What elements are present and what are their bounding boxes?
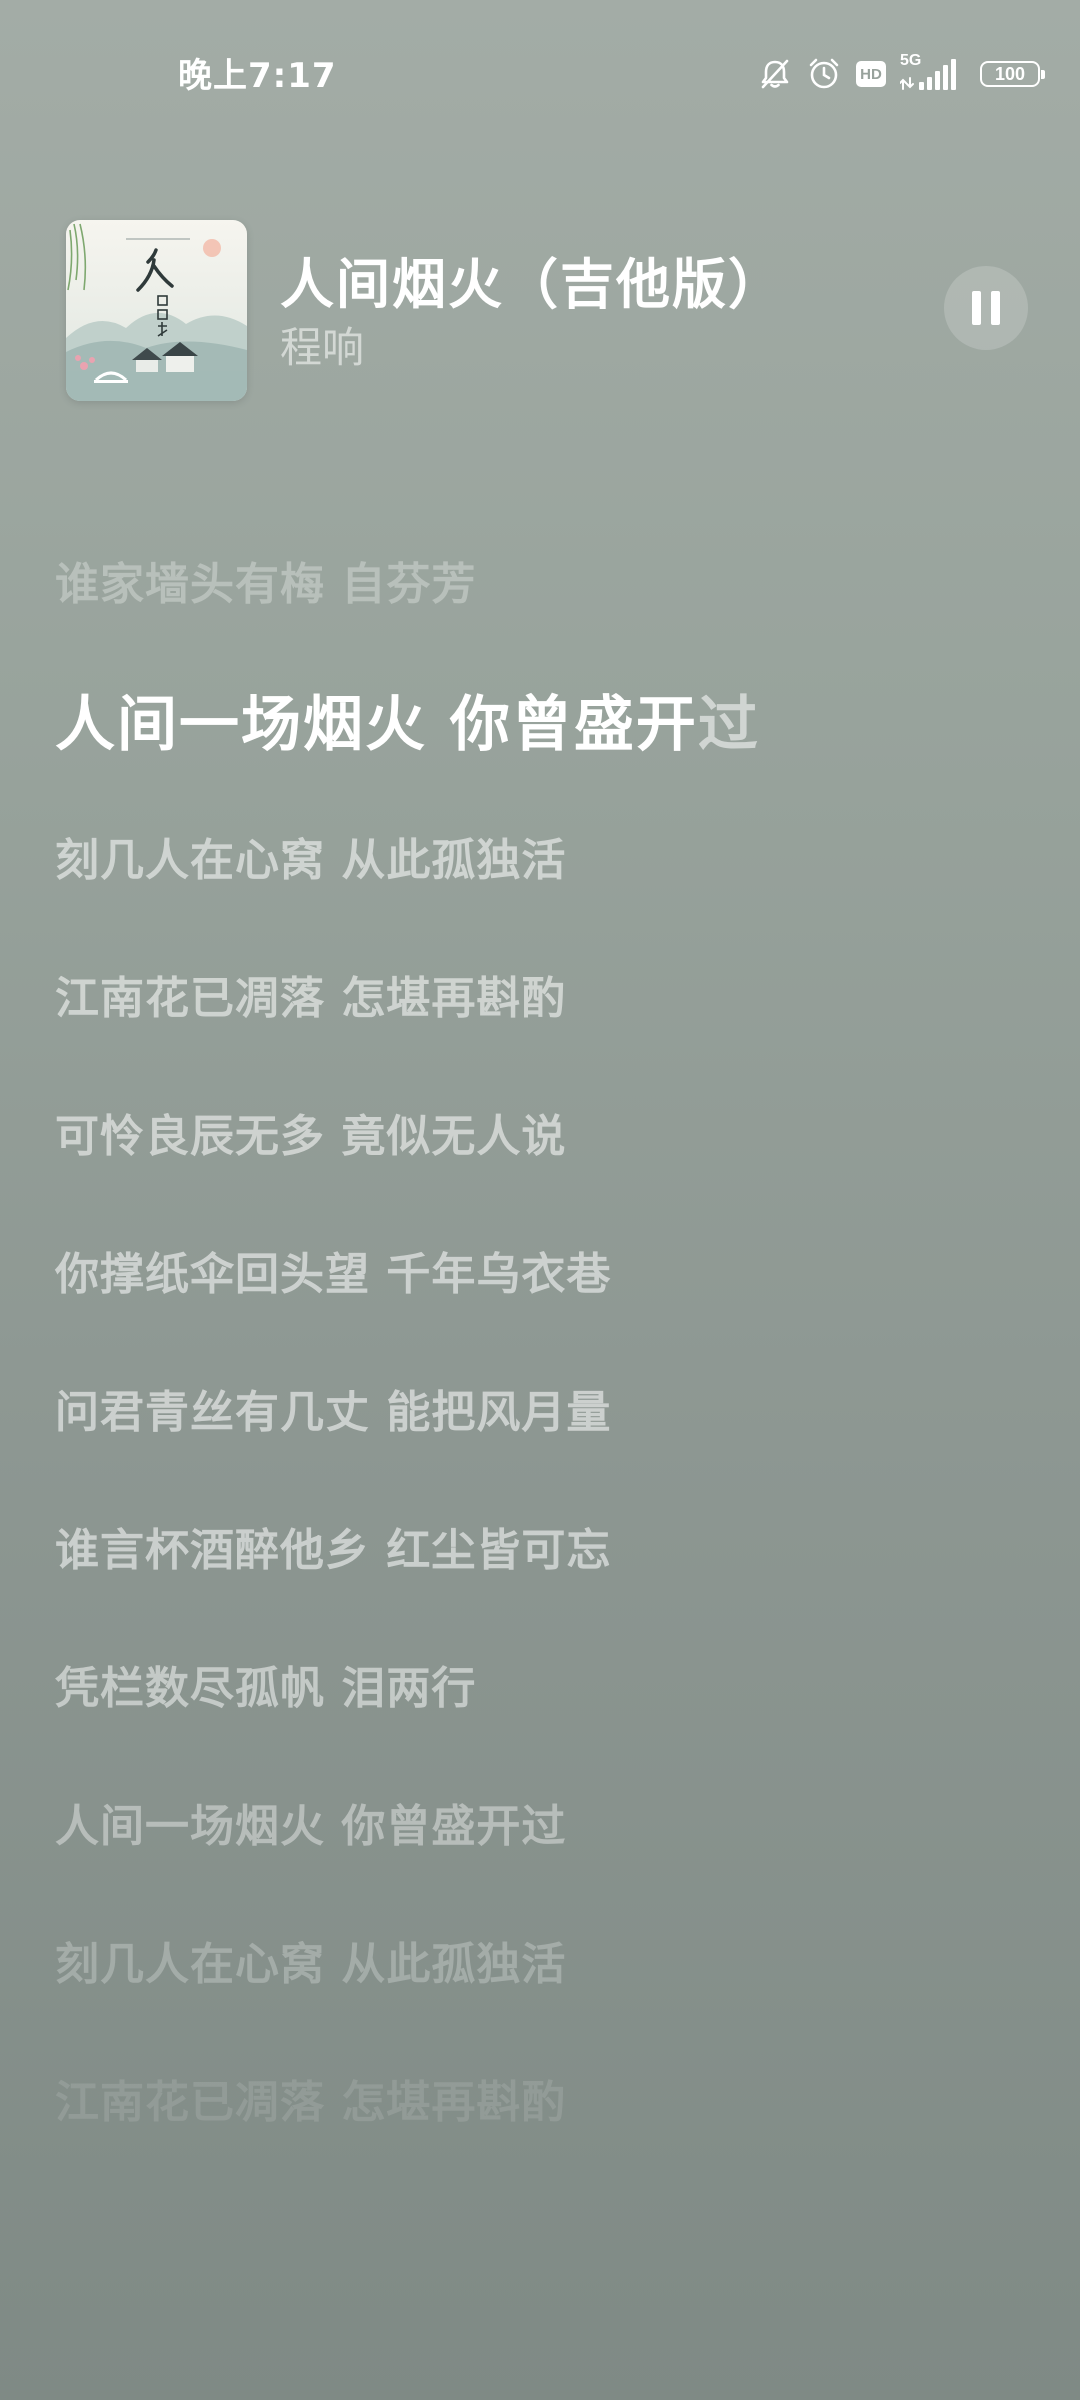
lyric-line[interactable]: 刻几人在心窝 从此孤独活 xyxy=(55,824,566,888)
lyric-current-sung: 人间一场烟火 你曾盛开 xyxy=(55,690,698,760)
lyric-line[interactable]: 你撑纸伞回头望 千年乌衣巷 xyxy=(55,1238,611,1302)
pause-button[interactable] xyxy=(944,266,1028,350)
lyric-line[interactable]: 问君青丝有几丈 能把风月量 xyxy=(55,1376,611,1440)
lyric-line[interactable]: 谁言杯酒醉他乡 红尘皆可忘 xyxy=(55,1514,611,1578)
song-artist[interactable]: 程响 xyxy=(280,314,364,375)
lyric-line[interactable]: 人间一场烟火 你曾盛开过 xyxy=(55,1790,566,1854)
bell-muted-icon xyxy=(758,57,792,91)
lyric-line[interactable]: 凭栏数尽孤帆 泪两行 xyxy=(55,1652,476,1716)
signal-icon: 5G xyxy=(900,52,962,92)
alarm-icon xyxy=(806,56,842,92)
album-art[interactable] xyxy=(66,220,247,401)
battery-icon: 100 xyxy=(980,61,1045,87)
pause-bar-right xyxy=(991,291,1000,325)
hd-icon: HD xyxy=(856,61,886,87)
pause-bar-left xyxy=(972,291,981,325)
lyric-line-current[interactable]: 人间一场烟火 你曾盛开过 xyxy=(55,676,760,763)
status-bar: 晚上7:17 HD 5G 100 xyxy=(0,0,1080,140)
lyric-current-rest: 过 xyxy=(697,690,760,760)
now-playing-header[interactable]: 人间烟火（吉他版） 程响 xyxy=(0,210,1080,410)
battery-tip xyxy=(1041,70,1045,79)
pause-icon xyxy=(967,291,1005,325)
lyric-line-previous[interactable]: 谁家墙头有梅 自芬芳 xyxy=(55,548,476,612)
lyric-line[interactable]: 江南花已凋落 怎堪再斟酌 xyxy=(55,2066,566,2130)
lyric-line[interactable]: 江南花已凋落 怎堪再斟酌 xyxy=(55,962,566,1026)
battery-level: 100 xyxy=(994,64,1026,84)
lyric-line[interactable]: 刻几人在心窝 从此孤独活 xyxy=(55,1928,566,1992)
lyric-line[interactable]: 可怜良辰无多 竟似无人说 xyxy=(55,1100,566,1164)
song-title[interactable]: 人间烟火（吉他版） xyxy=(280,240,784,319)
status-icons: HD 5G 100 xyxy=(758,52,1045,96)
status-time: 晚上7:17 xyxy=(178,56,337,96)
